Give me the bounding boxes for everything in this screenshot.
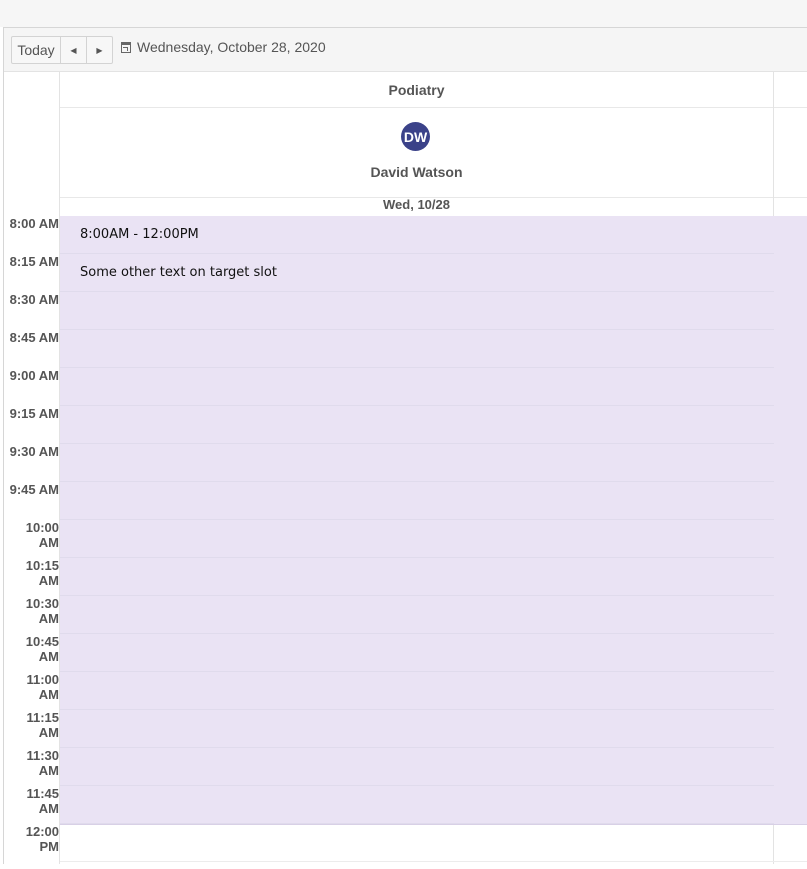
date-picker[interactable]: Wednesday, October 28, 2020 <box>121 39 326 55</box>
time-label: 11:45 AM <box>26 786 59 816</box>
time-label: 12:00 PM <box>25 824 59 854</box>
adjacent-column <box>774 72 807 864</box>
caret-right-icon: ▶ <box>96 45 103 55</box>
time-label: 12:15 PM <box>4 862 60 864</box>
time-label: 8:15 AM <box>9 254 59 269</box>
time-label: 8:45 AM <box>9 330 59 345</box>
time-slot[interactable] <box>60 444 807 482</box>
current-date: Wednesday, October 28, 2020 <box>137 39 326 55</box>
adjacent-event-fill <box>774 216 807 824</box>
time-slot[interactable] <box>60 368 807 406</box>
time-slot[interactable] <box>60 710 807 748</box>
scheduler-toolbar: Today ◀ ▶ Wednesday, October 28, 2020 <box>4 28 807 72</box>
time-label: 10:15 AM <box>25 558 59 588</box>
time-slot[interactable] <box>60 672 807 710</box>
adjacent-group-header <box>774 72 807 108</box>
time-slot[interactable] <box>60 520 807 558</box>
resource-header: DW David Watson <box>60 108 773 198</box>
time-label: 11:30 AM <box>26 748 59 778</box>
time-slot[interactable] <box>60 558 807 596</box>
next-button[interactable]: ▶ <box>87 37 112 63</box>
time-label: 10:45 AM <box>25 634 59 664</box>
time-slot[interactable] <box>60 596 807 634</box>
time-label: 9:30 AM <box>9 444 59 459</box>
time-label: 11:15 AM <box>26 710 59 740</box>
time-slot[interactable] <box>60 292 807 330</box>
avatar: DW <box>401 122 430 151</box>
time-label: 9:45 AM <box>9 482 59 497</box>
today-button[interactable]: Today <box>12 37 61 63</box>
time-label: 9:15 AM <box>9 406 59 421</box>
time-label: 10:30 AM <box>25 596 59 626</box>
resource-name: David Watson <box>370 164 463 180</box>
group-header: Podiatry <box>60 72 773 108</box>
time-slot[interactable] <box>60 482 807 520</box>
time-slot[interactable] <box>60 786 807 824</box>
navigation-buttons: Today ◀ ▶ <box>11 36 113 64</box>
previous-button[interactable]: ◀ <box>61 37 87 63</box>
time-slot[interactable] <box>60 748 807 786</box>
event-description: Some other text on target slot <box>80 265 277 280</box>
adjacent-resource-header <box>774 108 807 198</box>
time-label: 8:00 AM <box>9 216 59 231</box>
time-slot[interactable] <box>60 330 807 368</box>
time-label: 10:00 AM <box>25 520 59 550</box>
time-slot[interactable] <box>60 824 807 862</box>
time-slots <box>60 216 807 862</box>
time-label: 11:00 AM <box>26 672 59 702</box>
time-slot[interactable] <box>60 406 807 444</box>
caret-left-icon: ◀ <box>70 45 77 55</box>
time-column: 8:00 AM 8:15 AM 8:30 AM 8:45 AM 9:00 AM 9:15 … <box>4 72 60 864</box>
time-label: 8:30 AM <box>9 292 59 307</box>
resource-column: Podiatry DW David Watson Wed, 10/28 8:00… <box>60 72 807 864</box>
calendar-icon <box>121 41 131 53</box>
time-label: 9:00 AM <box>9 368 59 383</box>
event-time: 8:00AM - 12:00PM <box>80 227 199 242</box>
top-strip <box>0 0 807 27</box>
time-slot[interactable] <box>60 634 807 672</box>
scheduler: Today ◀ ▶ Wednesday, October 28, 2020 8:… <box>3 27 807 864</box>
day-header: Wed, 10/28 <box>383 197 450 212</box>
